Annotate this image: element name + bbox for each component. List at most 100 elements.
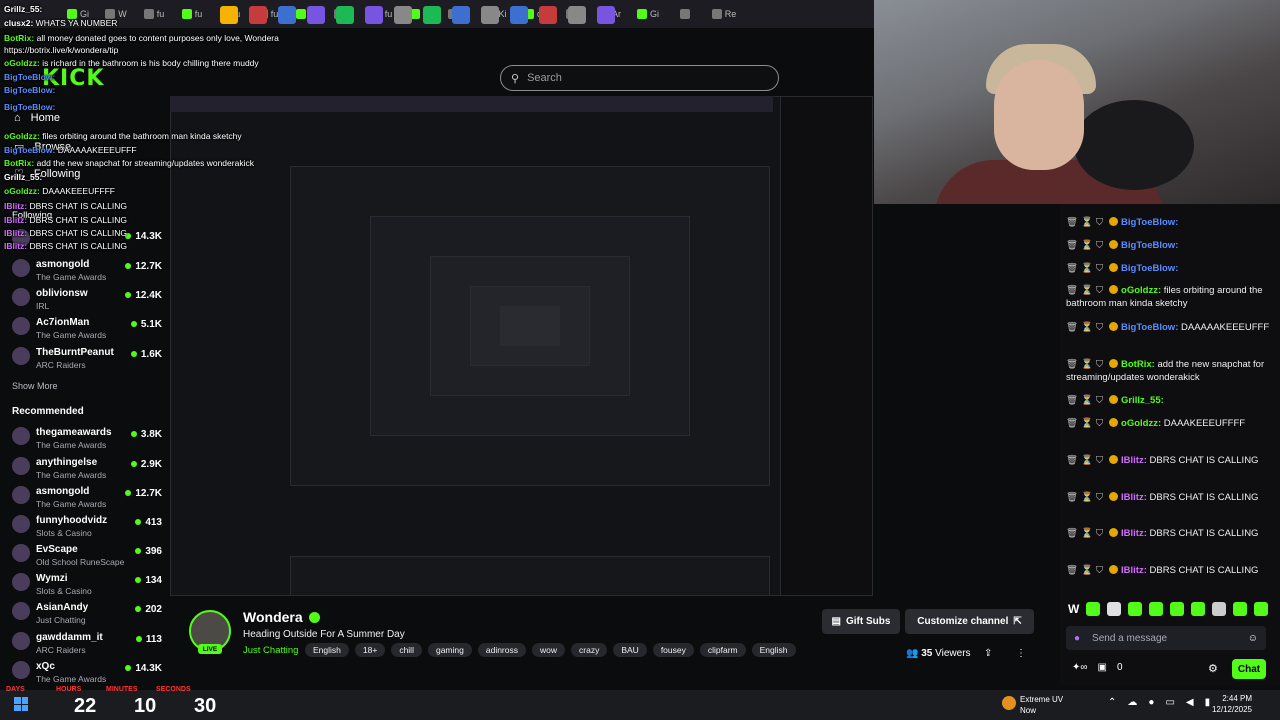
emoji-icon[interactable]: ☺ (1248, 633, 1258, 644)
points-icon[interactable]: ▣ (1098, 662, 1107, 673)
share-icon[interactable]: ⇪ (984, 648, 992, 659)
link-icon[interactable]: ✦∞ (1072, 662, 1088, 673)
app-icon[interactable] (597, 6, 615, 24)
app-icon[interactable] (539, 6, 557, 24)
sidebar-channel-item[interactable]: xQc The Game Awards 14.3K (12, 658, 162, 686)
moderation-icons[interactable]: 🗑⏳⛉ (1066, 492, 1106, 503)
sidebar-channel-item[interactable]: gawddamm_it ARC Raiders 113 (12, 629, 162, 657)
chat-username[interactable]: Grillz_55: (1121, 395, 1164, 406)
chat-username[interactable]: IBlitz: (1121, 492, 1147, 503)
chat-username[interactable]: BotRix: (1121, 359, 1155, 370)
instagram-icon[interactable] (307, 6, 325, 24)
mic-icon[interactable]: ● (1148, 697, 1154, 708)
moderation-icons[interactable]: 🗑⏳⛉ (1066, 240, 1106, 251)
speaker-icon[interactable]: ◀ (1186, 697, 1194, 708)
app-icon[interactable] (423, 6, 441, 24)
settings-icon[interactable] (568, 6, 586, 24)
sidebar-channel-item[interactable]: EvScape Old School RuneScape 396 (12, 541, 162, 569)
stream-channel-name[interactable]: Wondera (243, 609, 320, 625)
chat-username[interactable]: BigToeBlow: (1121, 322, 1178, 333)
stream-tag[interactable]: wow (532, 643, 566, 657)
browser-tab[interactable] (668, 3, 704, 25)
chat-username[interactable]: IBlitz: (1121, 455, 1147, 466)
stream-tag[interactable]: English (305, 643, 349, 657)
taskbar-clock[interactable]: 2:44 PM 12/12/2025 (1208, 693, 1252, 715)
moderation-icons[interactable]: 🗑⏳⛉ (1066, 217, 1106, 228)
moderation-icons[interactable]: 🗑⏳⛉ (1066, 263, 1106, 274)
chat-username[interactable]: BigToeBlow: (1121, 263, 1178, 274)
chat-username[interactable]: IBlitz: (1121, 565, 1147, 576)
customize-channel-button[interactable]: Customize channel ⇱ (905, 609, 1034, 634)
stream-tag[interactable]: crazy (571, 643, 608, 657)
spotify-icon[interactable] (336, 6, 354, 24)
sidebar-channel-item[interactable]: Wymzi Slots & Casino 134 (12, 570, 162, 598)
sidebar-channel-item[interactable]: asmongold The Game Awards 12.7K (12, 483, 162, 511)
emote[interactable] (1212, 602, 1227, 616)
steam-icon[interactable] (278, 6, 296, 24)
display-icon[interactable]: ▭ (1165, 697, 1174, 708)
app-icon[interactable] (481, 6, 499, 24)
show-more-link[interactable]: Show More (12, 381, 58, 391)
stream-tag[interactable]: adinross (477, 643, 526, 657)
emote[interactable] (1233, 602, 1248, 616)
stream-tag[interactable]: gaming (427, 643, 472, 657)
search-input[interactable]: ⚲ Search (500, 65, 779, 91)
sidebar-channel-item[interactable]: thegameawards The Game Awards 3.8K (12, 424, 162, 452)
browser-tab[interactable]: fu (136, 3, 172, 25)
app-icon[interactable] (452, 6, 470, 24)
sidebar-channel-item[interactable]: TheBurntPeanut ARC Raiders 1.6K (12, 344, 162, 372)
mic-icon[interactable]: ● (1074, 633, 1080, 644)
notepad-icon[interactable] (510, 6, 528, 24)
stream-tag[interactable]: clipfarm (699, 643, 746, 657)
moderation-icons[interactable]: 🗑⏳⛉ (1066, 285, 1106, 296)
kick-w-emote[interactable]: W (1068, 602, 1079, 616)
chrome-icon[interactable] (249, 6, 267, 24)
browser-tab[interactable]: Gi (630, 3, 666, 25)
chat-message-input[interactable]: ● Send a message ☺ (1066, 626, 1266, 650)
chevron-up-icon[interactable]: ⌃ (1108, 697, 1116, 708)
moderation-icons[interactable]: 🗑⏳⛉ (1066, 322, 1106, 333)
stream-tag[interactable]: chill (391, 643, 422, 657)
more-options-icon[interactable]: ⋮ (1016, 648, 1026, 659)
moderation-icons[interactable]: 🗑⏳⛉ (1066, 528, 1106, 539)
emote[interactable] (1128, 602, 1143, 616)
sidebar-channel-item[interactable]: funnyhoodvidz Slots & Casino 413 (12, 512, 162, 540)
file-explorer-icon[interactable] (220, 6, 238, 24)
chat-username[interactable]: oGoldzz: (1121, 418, 1161, 429)
chat-username[interactable]: IBlitz: (1121, 528, 1147, 539)
emote[interactable] (1107, 602, 1122, 616)
emote[interactable] (1254, 602, 1269, 616)
moderation-icons[interactable]: 🗑⏳⛉ (1066, 395, 1106, 406)
app-icon[interactable] (394, 6, 412, 24)
stream-tag[interactable]: fousey (652, 643, 694, 657)
browser-tab[interactable]: Re (706, 3, 742, 25)
sidebar-channel-item[interactable]: anythingelse The Game Awards 2.9K (12, 454, 162, 482)
chat-username[interactable]: oGoldzz: (1121, 285, 1161, 296)
weather-widget[interactable]: Extreme UV Now (1002, 694, 1063, 716)
stream-tag[interactable]: 18+ (354, 643, 386, 657)
sidebar-channel-item[interactable]: asmongold The Game Awards 12.7K (12, 256, 162, 284)
sidebar-channel-item[interactable]: oblivionsw IRL 12.4K (12, 285, 162, 313)
cloud-icon[interactable]: ☁ (1127, 697, 1137, 708)
chat-send-button[interactable]: Chat (1232, 659, 1266, 679)
emote[interactable] (1149, 602, 1164, 616)
browser-tab[interactable]: fu (174, 3, 210, 25)
emote[interactable] (1086, 602, 1101, 616)
moderation-icons[interactable]: 🗑⏳⛉ (1066, 418, 1106, 429)
chat-username[interactable]: BigToeBlow: (1121, 217, 1178, 228)
stream-tag[interactable]: BAU (613, 643, 647, 657)
gear-icon[interactable]: ⚙ (1208, 662, 1218, 675)
moderation-icons[interactable]: 🗑⏳⛉ (1066, 359, 1106, 370)
sidebar-channel-item[interactable]: Ac7ionMan The Game Awards 5.1K (12, 314, 162, 342)
discord-icon[interactable] (365, 6, 383, 24)
emote[interactable] (1191, 602, 1206, 616)
emote[interactable] (1170, 602, 1185, 616)
chat-username[interactable]: BigToeBlow: (1121, 240, 1178, 251)
gift-subs-button[interactable]: ▤ Gift Subs (822, 609, 900, 634)
nav-home[interactable]: ⌂ Home (14, 112, 60, 124)
stream-tag[interactable]: English (751, 643, 796, 657)
stream-category-link[interactable]: Just Chatting (243, 645, 298, 656)
sidebar-channel-item[interactable]: AsianAndy Just Chatting 202 (12, 599, 162, 627)
moderation-icons[interactable]: 🗑⏳⛉ (1066, 455, 1106, 466)
moderation-icons[interactable]: 🗑⏳⛉ (1066, 565, 1106, 576)
